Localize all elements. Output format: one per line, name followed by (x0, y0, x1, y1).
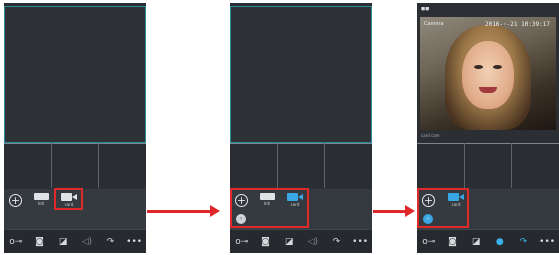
channel-cell[interactable] (99, 143, 146, 188)
channel-grid (417, 143, 559, 188)
record-icon[interactable]: ◪ (468, 237, 484, 247)
video-subject-face (462, 41, 514, 109)
live-view-pane[interactable] (4, 6, 146, 143)
more-icon[interactable]: ••• (352, 237, 368, 247)
unlock-key-icon[interactable]: o⊸ (421, 237, 437, 247)
video-subject-eye (474, 65, 483, 69)
unlock-key-icon[interactable]: o⊸ (8, 237, 24, 247)
channel-cell[interactable] (4, 143, 51, 188)
call-icon[interactable]: ↷ (328, 237, 344, 247)
add-device-button[interactable]: + (9, 194, 22, 207)
more-icon[interactable]: ••• (539, 237, 555, 247)
phone-screen-2: + Intl card ◦ o⊸ ◙ ◪ ◁) ↷ ••• (230, 3, 372, 253)
channel-cell[interactable] (417, 143, 464, 188)
channel-grid (4, 143, 146, 188)
channel-cell[interactable] (230, 143, 277, 188)
bottom-bar: o⊸ ◙ ◪ ● ↷ ••• (417, 229, 559, 253)
live-view-pane[interactable] (230, 6, 372, 143)
unlock-key-icon[interactable]: o⊸ (234, 237, 250, 247)
live-video-feed[interactable]: Camera 2016-◦-21 10:39:17 (420, 17, 556, 130)
device-toolbar: + Intl card ◦ (230, 188, 372, 229)
channel-cell[interactable] (325, 143, 372, 188)
more-icon[interactable]: ••• (126, 237, 142, 247)
snapshot-icon[interactable]: ◙ (31, 237, 47, 247)
status-bar: ◼◼ (421, 6, 430, 12)
highlight-box (230, 188, 309, 228)
arrow-right-icon (373, 205, 415, 217)
device-intercom-button[interactable]: Intl (30, 191, 52, 213)
call-icon[interactable]: ↷ (102, 237, 118, 247)
phone-screen-3: ◼◼ Camera 2016-◦-21 10:39:17 card cam + … (417, 3, 559, 253)
video-timestamp: 2016-◦-21 10:39:17 (484, 21, 550, 28)
record-icon[interactable]: ◪ (55, 237, 71, 247)
channel-grid (230, 143, 372, 188)
record-icon[interactable]: ◪ (281, 237, 297, 247)
highlight-box (54, 188, 83, 210)
video-status-text: card cam (421, 133, 440, 138)
intercom-icon (33, 193, 49, 200)
channel-cell[interactable] (464, 143, 512, 188)
channel-cell[interactable] (51, 143, 99, 188)
highlight-box (417, 188, 469, 228)
speaker-icon[interactable]: ◁) (305, 237, 321, 247)
video-subject-eye (493, 65, 502, 69)
speaker-icon[interactable]: ◁) (79, 237, 95, 247)
bottom-bar: o⊸ ◙ ◪ ◁) ↷ ••• (230, 229, 372, 253)
device-toolbar: + card ◦ (417, 188, 559, 229)
video-overlay-label: Camera (424, 21, 444, 27)
snapshot-icon[interactable]: ◙ (257, 237, 273, 247)
device-toolbar: + Intl card (4, 188, 146, 229)
device-label: Intl (37, 201, 45, 206)
phone-screen-1: + Intl card o⊸ ◙ ◪ ◁) ↷ ••• (4, 3, 146, 253)
channel-cell[interactable] (512, 143, 559, 188)
channel-cell[interactable] (277, 143, 325, 188)
arrow-right-icon (147, 205, 220, 217)
call-active-icon[interactable]: ↷ (515, 237, 531, 247)
talk-active-icon[interactable]: ● (492, 237, 508, 247)
snapshot-icon[interactable]: ◙ (444, 237, 460, 247)
bottom-bar: o⊸ ◙ ◪ ◁) ↷ ••• (4, 229, 146, 253)
